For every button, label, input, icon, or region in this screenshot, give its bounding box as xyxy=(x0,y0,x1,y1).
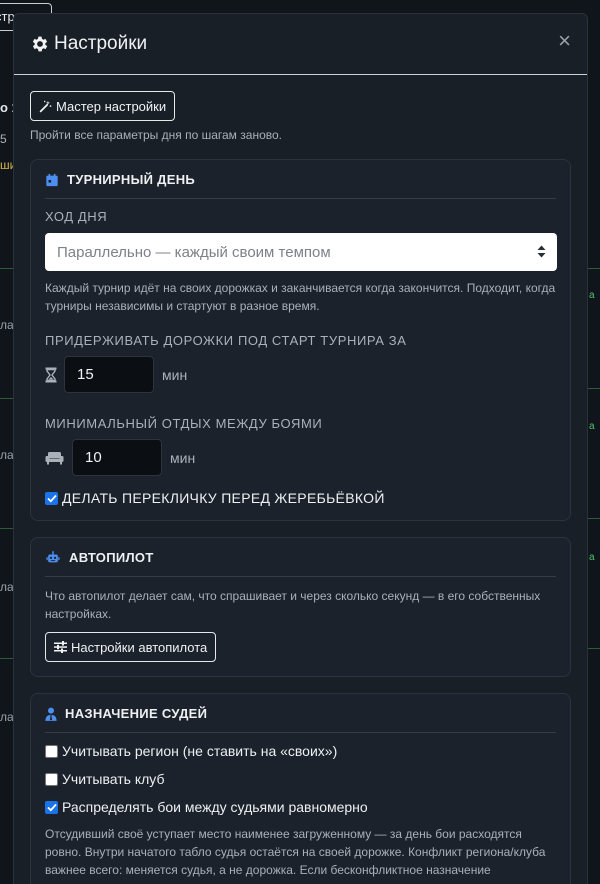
magic-wand-icon xyxy=(39,100,52,112)
flow-hint: Каждый турнир идёт на своих дорожках и з… xyxy=(45,281,556,313)
judge-option-even[interactable]: Распределять бои между судьями равномерн… xyxy=(45,799,556,815)
background-text: а xyxy=(589,290,595,301)
select-arrows-icon xyxy=(537,245,546,258)
judges-hint: Отсудивший своё уступает место наименее … xyxy=(45,827,546,884)
background-divider xyxy=(588,268,600,269)
gear-icon xyxy=(32,36,48,52)
hold-row: 15 мин xyxy=(45,356,556,393)
even-checkbox[interactable] xyxy=(45,800,58,814)
tournament-day-title: ТУРНИРНЫЙ ДЕНЬ xyxy=(45,172,556,199)
background-divider xyxy=(0,528,13,529)
rollcall-checkbox[interactable] xyxy=(45,491,58,505)
user-tie-icon xyxy=(45,707,57,721)
hourglass-icon xyxy=(45,367,57,382)
background-text: 5 xyxy=(0,132,7,146)
flow-label: ХОД ДНЯ xyxy=(45,209,108,224)
wizard-button[interactable]: Мастер настройки xyxy=(30,91,176,121)
rollcall-label: ДЕЛАТЬ ПЕРЕКЛИЧКУ ПЕРЕД ЖЕРЕБЬЁВКОЙ xyxy=(62,490,385,506)
even-label: Распределять бои между судьями равномерн… xyxy=(62,799,368,815)
sliders-icon xyxy=(54,641,67,653)
judges-title: НАЗНАЧЕНИЕ СУДЕЙ xyxy=(45,706,556,733)
background-divider xyxy=(588,648,600,649)
settings-modal: Настройки × Мастер настройки Пройти все … xyxy=(13,13,588,884)
section-title: ТУРНИРНЫЙ ДЕНЬ xyxy=(67,172,196,187)
flow-select[interactable]: Параллельно — каждый своим темпом xyxy=(45,233,557,271)
rest-unit: мин xyxy=(170,449,196,466)
rest-input[interactable]: 10 xyxy=(72,439,162,476)
background-text: ла xyxy=(0,448,14,462)
background-text: а xyxy=(589,421,595,432)
hold-unit: мин xyxy=(162,366,188,383)
judge-option-club[interactable]: Учитывать клуб xyxy=(45,771,556,787)
robot-icon xyxy=(46,550,60,562)
judges-card: НАЗНАЧЕНИЕ СУДЕЙ Учитывать регион (не ст… xyxy=(30,693,571,884)
close-button[interactable]: × xyxy=(558,30,571,52)
background-divider xyxy=(0,398,13,399)
background-divider xyxy=(0,658,13,659)
modal-title: Настройки xyxy=(54,33,148,54)
background-divider xyxy=(0,268,13,269)
autopilot-settings-label: Настройки автопилота xyxy=(71,639,208,655)
check-icon xyxy=(46,494,57,502)
club-label: Учитывать клуб xyxy=(62,771,165,787)
background-text: а xyxy=(589,552,595,563)
region-label: Учитывать регион (не ставить на «своих») xyxy=(62,743,338,759)
autopilot-settings-button[interactable]: Настройки автопилота xyxy=(45,632,217,662)
hold-input[interactable]: 15 xyxy=(64,356,154,393)
calendar-icon xyxy=(46,173,58,186)
flow-select-value: Параллельно — каждый своим темпом xyxy=(57,243,331,261)
background-text: ла xyxy=(0,318,14,332)
tournament-day-card: ТУРНИРНЫЙ ДЕНЬ ХОД ДНЯ Параллельно — каж… xyxy=(30,159,571,521)
background-divider xyxy=(588,388,600,389)
judge-option-region[interactable]: Учитывать регион (не ставить на «своих») xyxy=(45,743,556,759)
wizard-hint: Пройти все параметры дня по шагам заново… xyxy=(30,128,282,142)
club-checkbox[interactable] xyxy=(45,772,58,786)
section-title: НАЗНАЧЕНИЕ СУДЕЙ xyxy=(65,706,208,721)
rest-label: МИНИМАЛЬНЫЙ ОТДЫХ МЕЖДУ БОЯМИ xyxy=(45,416,323,431)
autopilot-hint: Что автопилот делает сам, что спрашивает… xyxy=(45,589,541,621)
section-title: АВТОПИЛОТ xyxy=(69,550,154,565)
background-divider xyxy=(588,518,600,519)
hold-label: ПРИДЕРЖИВАТЬ ДОРОЖКИ ПОД СТАРТ ТУРНИРА З… xyxy=(45,333,407,348)
background-text: ла xyxy=(0,710,14,724)
autopilot-card: АВТОПИЛОТ Что автопилот делает сам, что … xyxy=(30,537,571,677)
autopilot-title: АВТОПИЛОТ xyxy=(45,550,556,577)
region-checkbox[interactable] xyxy=(45,744,58,758)
check-icon xyxy=(46,803,57,811)
rollcall-row[interactable]: ДЕЛАТЬ ПЕРЕКЛИЧКУ ПЕРЕД ЖЕРЕБЬЁВКОЙ xyxy=(45,490,556,506)
modal-body: Мастер настройки Пройти все параметры дн… xyxy=(14,75,587,884)
wizard-button-label: Мастер настройки xyxy=(56,98,167,114)
sofa-icon xyxy=(45,451,64,464)
background-text: ла xyxy=(0,580,14,594)
rest-row: 10 мин xyxy=(45,439,556,476)
modal-header: Настройки × xyxy=(14,14,587,75)
